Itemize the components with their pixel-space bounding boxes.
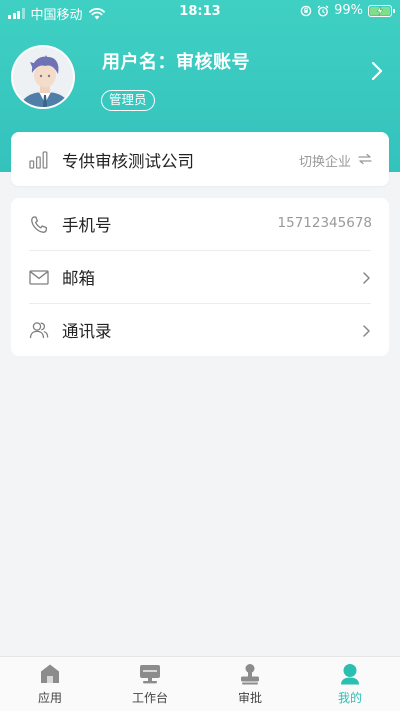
- list-item-email[interactable]: 邮箱: [11, 251, 389, 304]
- chevron-right-icon: [363, 325, 370, 337]
- battery-icon: [368, 4, 395, 17]
- switch-company-label[interactable]: 切换企业: [299, 151, 351, 170]
- list-item-contacts[interactable]: 通讯录: [11, 304, 389, 357]
- phone-icon: [31, 216, 48, 233]
- tab-label: 审批: [237, 691, 262, 705]
- chevron-right-icon[interactable]: [370, 60, 384, 82]
- role-badge: 管理员: [101, 90, 155, 111]
- tab-approval[interactable]: 审批: [200, 657, 300, 711]
- user-icon: [341, 664, 359, 685]
- status-bar-right: 99%: [300, 3, 395, 18]
- tab-label: 我的: [337, 691, 362, 705]
- mail-icon: [29, 270, 49, 285]
- tab-apps[interactable]: 应用: [0, 657, 100, 711]
- home-icon: [41, 664, 59, 683]
- chevron-right-icon: [363, 272, 370, 284]
- battery-percent: 99%: [334, 3, 363, 18]
- tab-mine[interactable]: 我的: [300, 657, 400, 711]
- stamp-icon: [241, 664, 259, 685]
- tab-bar: 应用 工作台 审批 我的: [0, 656, 400, 711]
- profile-screen: 中国移动 18:13 99% 用户名：审核账号 管理员 专供审核测试公司 切换企…: [0, 0, 400, 711]
- info-card: 手机号 15712345678 邮箱 通讯录: [11, 198, 389, 356]
- company-card[interactable]: 专供审核测试公司 切换企业: [11, 132, 389, 186]
- contacts-label: 通讯录: [62, 322, 112, 341]
- tab-label: 工作台: [131, 691, 168, 705]
- workbench-icon: [140, 665, 160, 684]
- tab-label: 应用: [37, 691, 62, 705]
- contacts-icon: [29, 322, 49, 339]
- email-label: 邮箱: [62, 269, 95, 288]
- switch-arrows-icon[interactable]: [358, 153, 372, 165]
- phone-value: 15712345678: [277, 215, 372, 231]
- status-bar: 中国移动 18:13 99%: [0, 0, 400, 24]
- list-item-phone[interactable]: 手机号 15712345678: [11, 198, 389, 251]
- tab-workbench[interactable]: 工作台: [100, 657, 200, 711]
- rotation-lock-icon: [300, 5, 312, 16]
- avatar[interactable]: [11, 45, 75, 109]
- bar-chart-icon: [29, 151, 48, 169]
- phone-label: 手机号: [62, 216, 112, 235]
- username: 用户名：审核账号: [102, 52, 250, 73]
- company-name: 专供审核测试公司: [62, 152, 194, 171]
- alarm-icon: [317, 4, 329, 16]
